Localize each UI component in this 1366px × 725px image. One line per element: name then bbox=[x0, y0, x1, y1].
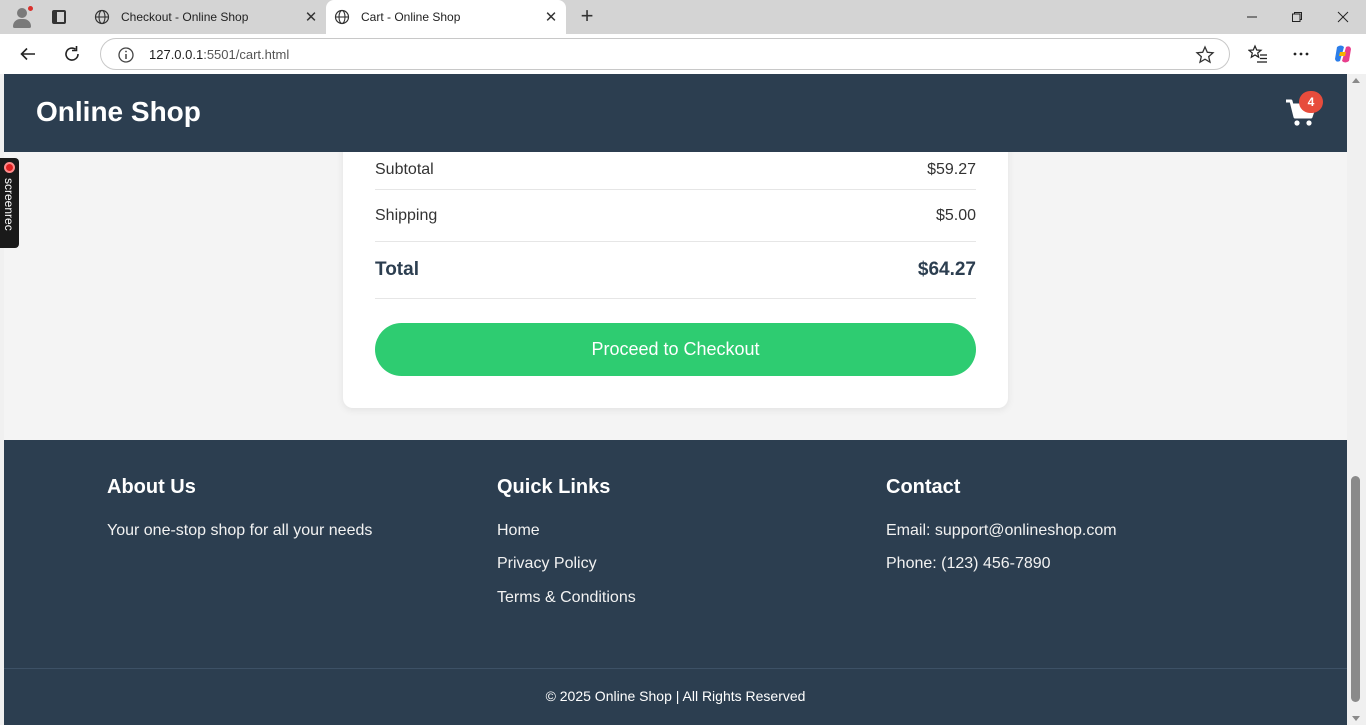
shipping-label: Shipping bbox=[375, 206, 438, 224]
contact-email: Email: support@onlineshop.com bbox=[886, 522, 1117, 539]
copyright-text: © 2025 Online Shop | All Rights Reserved bbox=[545, 688, 806, 704]
contact-phone: Phone: (123) 456-7890 bbox=[886, 555, 1051, 572]
site-info-icon[interactable] bbox=[117, 46, 135, 64]
total-row: Total $64.27 bbox=[375, 242, 976, 299]
site-footer: About Us Your one-stop shop for all your… bbox=[4, 440, 1347, 725]
screen-recorder-label: screenrec bbox=[2, 178, 16, 231]
about-text: Your one-stop shop for all your needs bbox=[107, 522, 373, 539]
restore-icon[interactable] bbox=[1274, 0, 1320, 34]
subtotal-label: Subtotal bbox=[375, 160, 434, 178]
subtotal-value: $59.27 bbox=[927, 160, 976, 178]
more-options-icon[interactable] bbox=[1290, 43, 1312, 65]
profile-avatar-icon[interactable] bbox=[10, 5, 34, 29]
subtotal-row: Subtotal $59.27 bbox=[375, 150, 976, 190]
browser-tab-strip: Checkout - Online Shop ✕ Cart - Online S… bbox=[0, 0, 1366, 34]
back-arrow-icon[interactable] bbox=[16, 42, 40, 66]
tab-cart[interactable]: Cart - Online Shop ✕ bbox=[326, 0, 566, 34]
browser-toolbar: 127.0.0.1:5501/cart.html bbox=[0, 34, 1366, 74]
page-scrollbar[interactable] bbox=[1347, 74, 1366, 725]
contact-heading: Contact bbox=[886, 476, 961, 498]
url-text[interactable]: 127.0.0.1:5501/cart.html bbox=[149, 47, 289, 62]
shipping-row: Shipping $5.00 bbox=[375, 190, 976, 242]
close-tab-icon[interactable]: ✕ bbox=[540, 6, 562, 28]
tab-checkout[interactable]: Checkout - Online Shop ✕ bbox=[86, 0, 326, 34]
favorite-star-icon[interactable] bbox=[1195, 45, 1215, 65]
close-window-icon[interactable] bbox=[1320, 0, 1366, 34]
tab-title: Cart - Online Shop bbox=[361, 10, 461, 24]
scrollbar-thumb[interactable] bbox=[1351, 476, 1360, 702]
shipping-value: $5.00 bbox=[935, 206, 976, 224]
site-header: Online Shop 4 bbox=[4, 74, 1347, 152]
copilot-icon[interactable] bbox=[1332, 43, 1354, 65]
page-viewport: Subtotal $59.27 Shipping $5.00 Total $64… bbox=[4, 74, 1347, 725]
footer-link-home[interactable]: Home bbox=[497, 522, 540, 540]
globe-icon bbox=[334, 9, 350, 25]
address-bar[interactable]: 127.0.0.1:5501/cart.html bbox=[100, 38, 1230, 70]
reload-icon[interactable] bbox=[60, 42, 84, 66]
url-host: 127.0.0.1 bbox=[149, 47, 204, 62]
tab-title: Checkout - Online Shop bbox=[121, 10, 249, 24]
scroll-up-arrow-icon[interactable] bbox=[1352, 78, 1360, 83]
screen-recorder-widget[interactable]: screenrec bbox=[0, 158, 19, 248]
minimize-icon[interactable] bbox=[1229, 0, 1275, 34]
globe-icon bbox=[94, 9, 110, 25]
cart-count-badge: 4 bbox=[1299, 91, 1323, 113]
record-icon bbox=[4, 162, 15, 173]
tab-actions-icon[interactable] bbox=[50, 8, 68, 26]
url-path: :5501/cart.html bbox=[203, 47, 290, 62]
site-brand-logo[interactable]: Online Shop bbox=[36, 96, 201, 128]
scroll-down-arrow-icon[interactable] bbox=[1352, 716, 1360, 721]
favorites-list-icon[interactable] bbox=[1247, 43, 1269, 65]
footer-link-terms[interactable]: Terms & Conditions bbox=[497, 589, 636, 607]
footer-link-privacy[interactable]: Privacy Policy bbox=[497, 555, 597, 573]
total-label: Total bbox=[375, 259, 419, 280]
close-tab-icon[interactable]: ✕ bbox=[300, 6, 322, 28]
total-value: $64.27 bbox=[917, 259, 976, 280]
quick-links-heading: Quick Links bbox=[497, 476, 611, 498]
proceed-to-checkout-button[interactable]: Proceed to Checkout bbox=[375, 323, 976, 376]
new-tab-plus-icon[interactable]: + bbox=[576, 5, 598, 28]
footer-divider bbox=[4, 668, 1347, 669]
about-heading: About Us bbox=[107, 476, 196, 498]
order-summary-card: Subtotal $59.27 Shipping $5.00 Total $64… bbox=[343, 114, 1008, 408]
